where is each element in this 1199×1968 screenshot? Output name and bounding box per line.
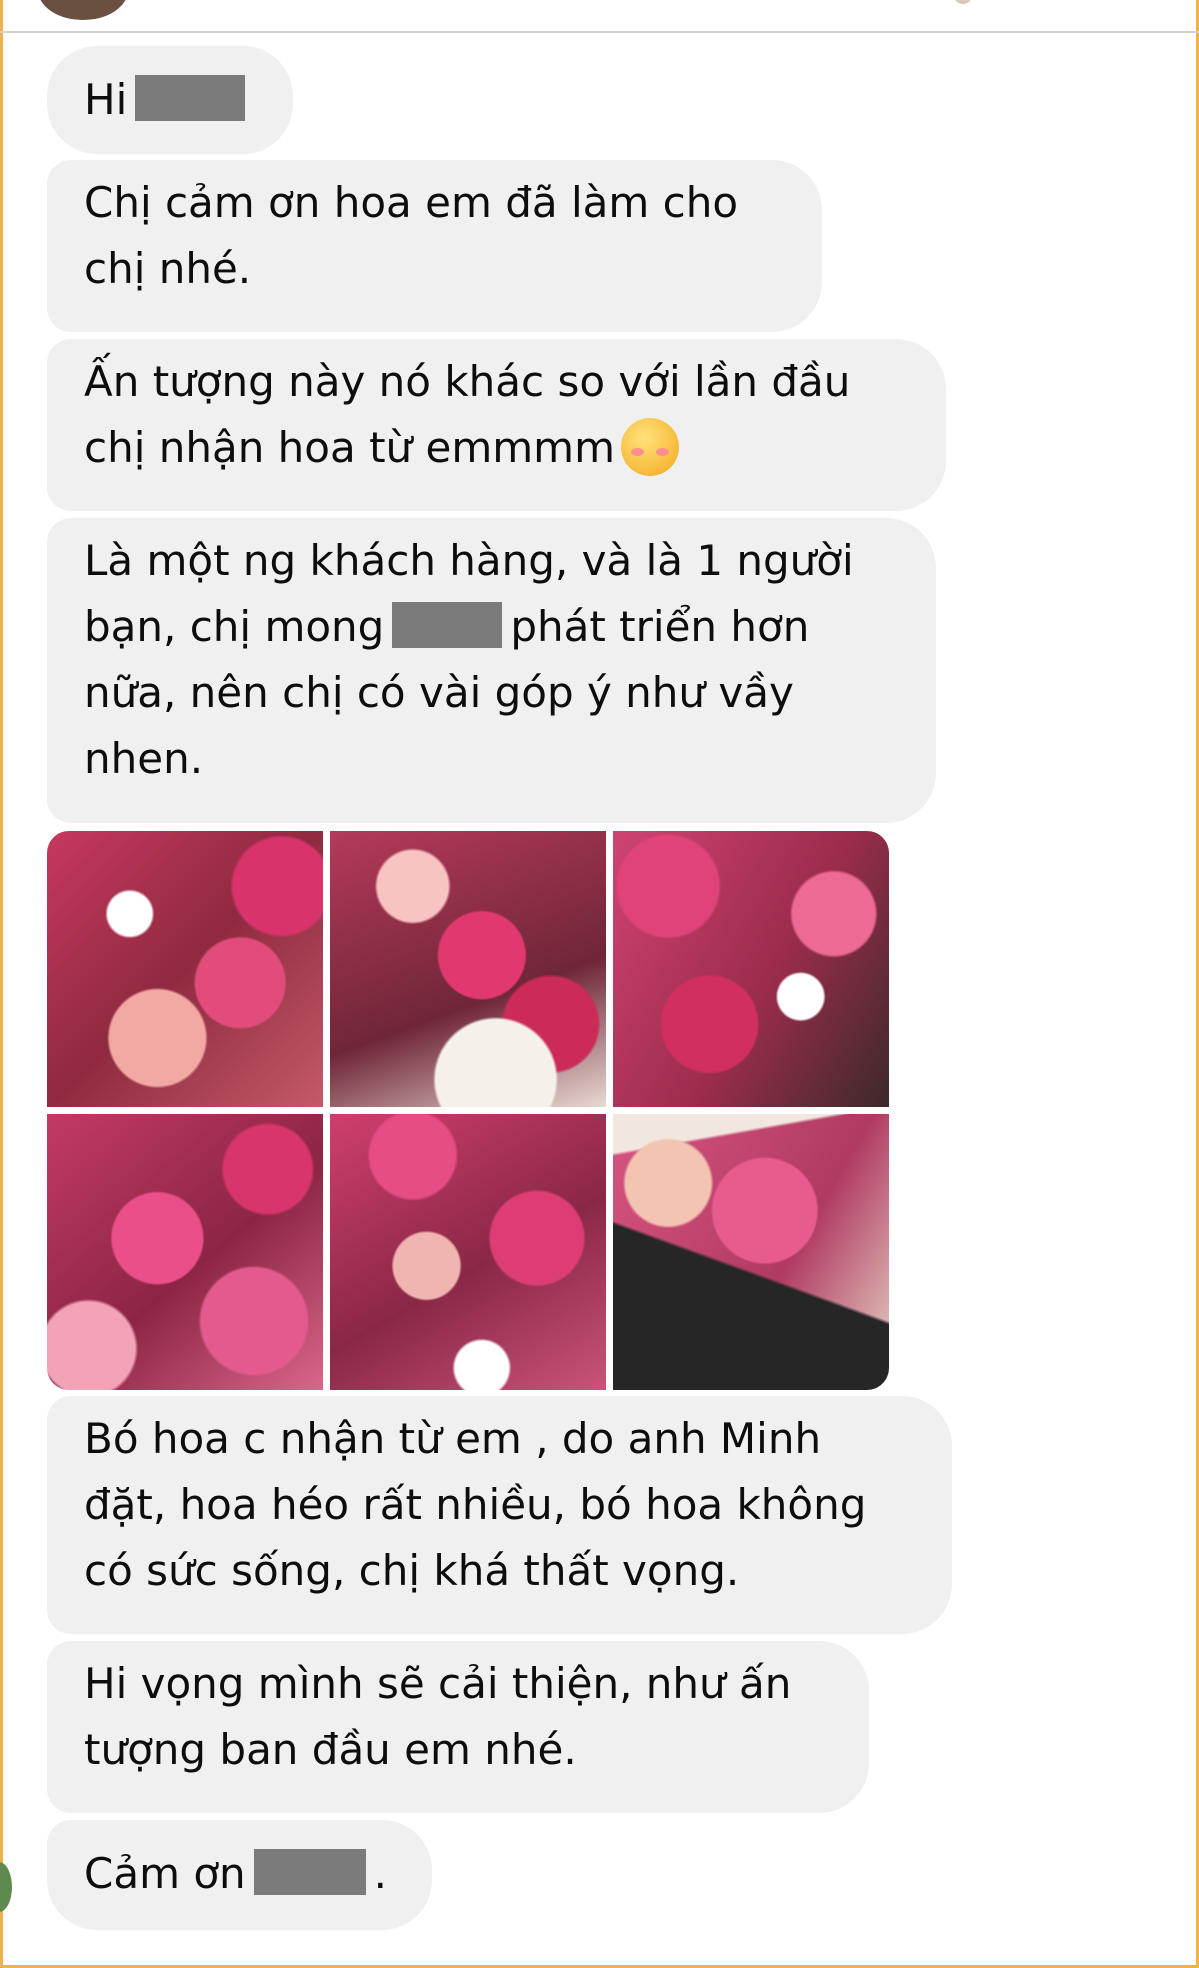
message-bubble-complaint[interactable]: Bó hoa c nhận từ em , do anh Minh đặt, h… xyxy=(47,1396,952,1634)
message-text: Cảm ơn xyxy=(84,1849,246,1898)
smiling-face-with-hearts-icon xyxy=(621,418,680,476)
message-line: Chị cảm ơn hoa em đã làm cho xyxy=(84,178,739,227)
message-bubble-impression[interactable]: Ấn tượng này nó khác so với lần đầu chị … xyxy=(47,339,946,511)
message-line: nhen. xyxy=(84,734,204,783)
message-line: Ấn tượng này nó khác so với lần đầu xyxy=(84,357,851,406)
top-divider xyxy=(0,31,1199,33)
message-bubble-thanks[interactable]: Chị cảm ơn hoa em đã làm cho chị nhé. xyxy=(47,160,822,332)
message-line: tượng ban đầu em nhé. xyxy=(84,1725,577,1774)
message-line: chị nhé. xyxy=(84,244,252,293)
rose-bouquet-photo-1[interactable] xyxy=(47,831,323,1107)
rose-bouquet-photo-3[interactable] xyxy=(613,831,889,1107)
message-line: có sức sống, chị khá thất vọng. xyxy=(84,1546,740,1595)
message-text: . xyxy=(373,1849,388,1898)
redacted-name xyxy=(135,75,246,121)
rose-bouquet-photo-4[interactable] xyxy=(47,1114,323,1390)
message-line: phát triển hơn xyxy=(510,602,810,651)
rose-bouquet-photo-2[interactable] xyxy=(330,831,606,1107)
message-text: Hi xyxy=(84,75,128,124)
redacted-name xyxy=(253,1849,366,1895)
message-line: bạn, chị mong xyxy=(84,602,385,651)
photo-grid xyxy=(47,831,889,1390)
message-bubble-hi[interactable]: Hi xyxy=(47,46,293,154)
message-line: đặt, hoa héo rất nhiều, bó hoa không xyxy=(84,1480,867,1529)
message-bubble-hope[interactable]: Hi vọng mình sẽ cải thiện, như ấn tượng … xyxy=(47,1641,869,1813)
message-line: Bó hoa c nhận từ em , do anh Minh xyxy=(84,1414,822,1463)
message-line: chị nhận hoa từ emmmm xyxy=(84,423,616,472)
rose-bouquet-photo-5[interactable] xyxy=(330,1114,606,1390)
message-bubble-thank-you[interactable]: Cảm ơn. xyxy=(47,1820,432,1930)
message-bubble-feedback-intro[interactable]: Là một ng khách hàng, và là 1 người bạn,… xyxy=(47,518,936,823)
redacted-name xyxy=(392,602,503,648)
message-line: Là một ng khách hàng, và là 1 người xyxy=(84,536,854,585)
message-line: nữa, nên chị có vài góp ý như vầy xyxy=(84,668,794,717)
rose-bouquet-photo-6[interactable] xyxy=(613,1114,889,1390)
message-line: Hi vọng mình sẽ cải thiện, như ấn xyxy=(84,1659,792,1708)
